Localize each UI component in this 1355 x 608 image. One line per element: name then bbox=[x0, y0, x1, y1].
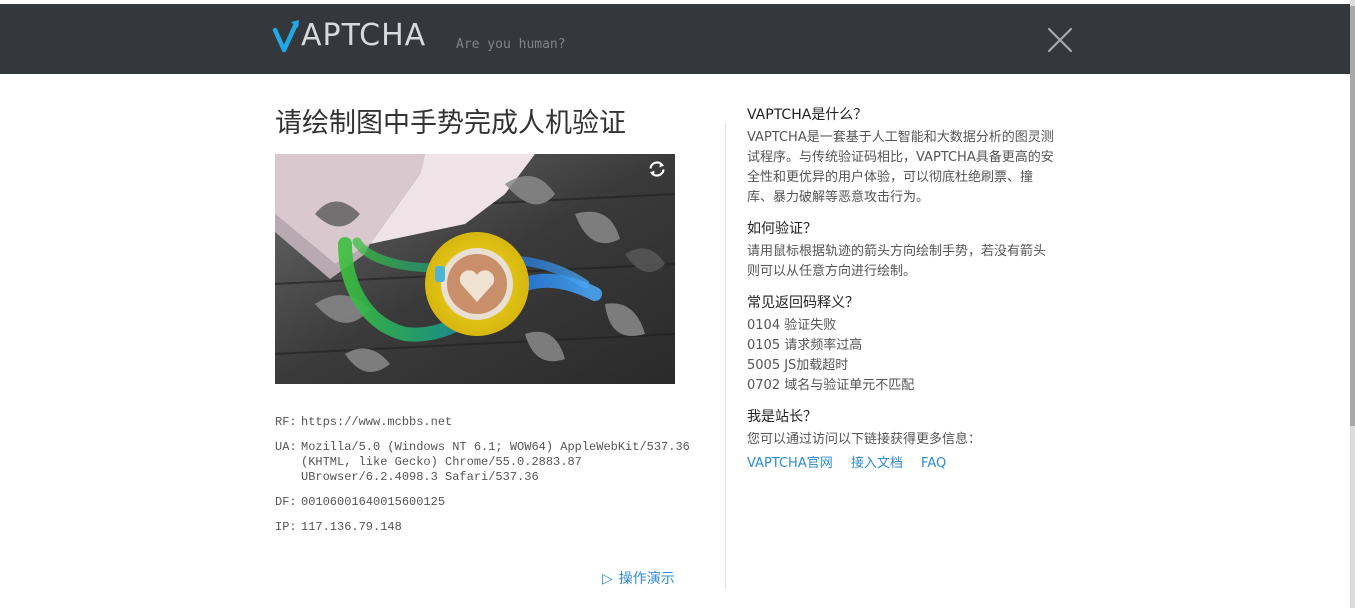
info-ua: UA: Mozilla/5.0 (Windows NT 6.1; WOW64) A… bbox=[275, 440, 690, 485]
section-codes-title: 常见返回码释义？ bbox=[747, 295, 859, 311]
logo-text: APTCHA bbox=[301, 18, 427, 53]
info-ip: IP: 117.136.79.148 bbox=[275, 520, 402, 535]
code-item: 0104 验证失败 bbox=[747, 318, 837, 333]
rf-label: RF: bbox=[275, 415, 297, 429]
rf-value: https://www.mcbbs.net bbox=[301, 415, 453, 429]
header-bar bbox=[0, 4, 1350, 74]
links-row: VAPTCHA官网 接入文档 FAQ bbox=[747, 452, 960, 471]
link-vaptcha-site[interactable]: VAPTCHA官网 bbox=[747, 456, 833, 471]
code-item: 5005 JS加载超时 bbox=[747, 358, 849, 373]
demo-link[interactable]: ▷ 操作演示 bbox=[602, 568, 675, 588]
section-admin-text: 您可以通过访问以下链接获得更多信息： bbox=[747, 432, 982, 447]
section-what-title: VAPTCHA是什么？ bbox=[747, 107, 868, 123]
what-line: VAPTCHA是一套基于人工智能和大数据分析的图灵测 bbox=[747, 130, 1054, 145]
link-faq[interactable]: FAQ bbox=[921, 456, 946, 471]
link-docs[interactable]: 接入文档 bbox=[851, 456, 903, 471]
what-line: 全性和更优异的用户体验，可以彻底杜绝刷票、撞 bbox=[747, 170, 1034, 185]
what-line: 库、暴力破解等恶意攻击行为。 bbox=[747, 190, 930, 205]
demo-label: 操作演示 bbox=[618, 571, 675, 587]
code-item: 0702 域名与验证单元不匹配 bbox=[747, 378, 915, 393]
ua-value-line2: (KHTML, like Gecko) Chrome/55.0.2883.87 bbox=[301, 455, 582, 469]
info-df: DF: 00106001640015600125 bbox=[275, 495, 445, 510]
column-divider bbox=[725, 124, 726, 588]
section-admin-title: 我是站长？ bbox=[747, 409, 817, 425]
how-line: 则可以从任意方向进行绘制。 bbox=[747, 264, 917, 279]
df-value: 00106001640015600125 bbox=[301, 495, 446, 509]
info-rf: RF: https://www.mcbbs.net bbox=[275, 415, 452, 430]
tagline: Are you human? bbox=[456, 37, 566, 52]
codes-list: 0104 验证失败 0105 请求频率过高 5005 JS加载超时 0702 域… bbox=[747, 316, 914, 396]
code-item: 0105 请求频率过高 bbox=[747, 338, 863, 353]
ua-value-line3: UBrowser/6.2.4098.3 Safari/537.36 bbox=[301, 470, 539, 484]
scrollbar-thumb[interactable] bbox=[1350, 6, 1355, 426]
ip-value: 117.136.79.148 bbox=[301, 520, 402, 534]
df-label: DF: bbox=[275, 495, 297, 509]
section-what-text: VAPTCHA是一套基于人工智能和大数据分析的图灵测 试程序。与传统验证码相比，… bbox=[747, 128, 1054, 208]
ip-label: IP: bbox=[275, 520, 297, 534]
ua-value-line1: Mozilla/5.0 (Windows NT 6.1; WOW64) Appl… bbox=[301, 440, 690, 454]
ua-label: UA: bbox=[275, 440, 297, 454]
page-title: 请绘制图中手势完成人机验证 bbox=[275, 108, 626, 139]
what-line: 试程序。与传统验证码相比，VAPTCHA具备更高的安 bbox=[747, 150, 1054, 165]
refresh-icon[interactable] bbox=[646, 158, 668, 180]
vaptcha-logo: APTCHA bbox=[272, 18, 426, 54]
vaptcha-logo-icon bbox=[272, 20, 299, 53]
play-triangle-icon: ▷ bbox=[602, 571, 613, 587]
captcha-drawing-canvas[interactable] bbox=[275, 154, 675, 384]
section-how-text: 请用鼠标根据轨迹的箭头方向绘制手势，若没有箭头 则可以从任意方向进行绘制。 bbox=[747, 242, 1046, 282]
section-how-title: 如何验证？ bbox=[747, 221, 817, 237]
close-icon[interactable] bbox=[1047, 27, 1073, 53]
how-line: 请用鼠标根据轨迹的箭头方向绘制手势，若没有箭头 bbox=[747, 244, 1047, 259]
